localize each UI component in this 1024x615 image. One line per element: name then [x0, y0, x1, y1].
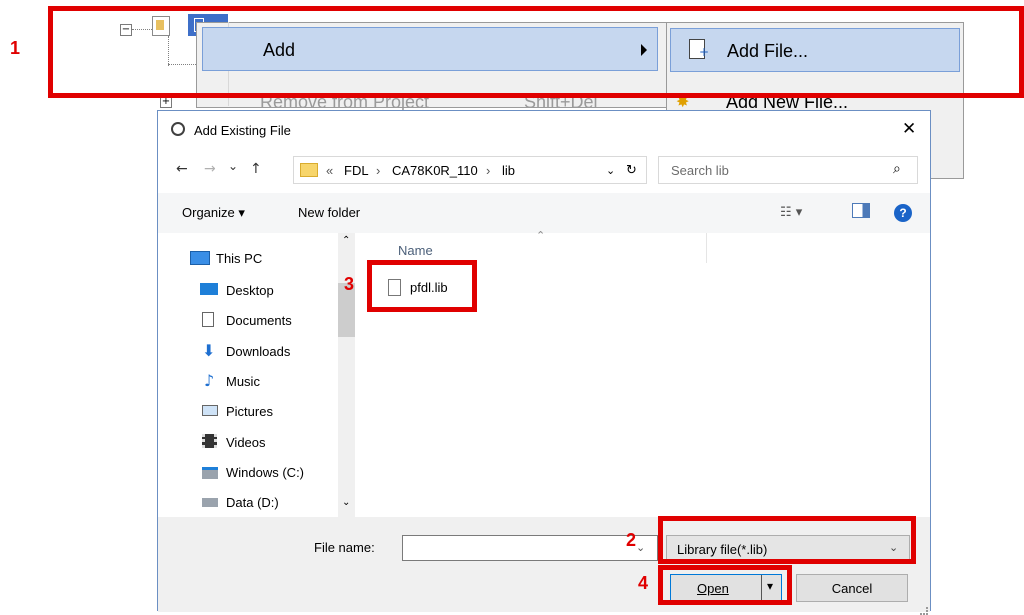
back-arrow-icon[interactable]: ← [176, 161, 188, 177]
annotation-number-1: 1 [10, 38, 21, 58]
annotation-number-4: 4 [638, 573, 649, 593]
dialog-title: Add Existing File [194, 123, 291, 138]
organize-button[interactable]: Organize ▾ [182, 205, 245, 221]
nav-windows-c[interactable]: Windows (C:) [226, 465, 304, 480]
address-dropdown-icon[interactable]: ⌄ [606, 164, 615, 177]
downloads-icon: ⬇ [202, 341, 216, 360]
command-bar: Organize ▾ New folder ☷ ▾ ? [158, 193, 930, 233]
breadcrumb-ca78k0r[interactable]: CA78K0R_110 [392, 163, 478, 178]
annotation-box-4 [658, 565, 792, 605]
desktop-icon [200, 283, 218, 295]
music-icon: ♪ [204, 371, 215, 390]
sort-indicator-icon: ⌃ [536, 229, 546, 242]
windows-drive-icon [202, 467, 218, 479]
file-name-label: File name: [314, 540, 375, 555]
annotation-number-2: 2 [626, 530, 637, 550]
breadcrumb-sep: › [486, 163, 491, 178]
cancel-button-label: Cancel [831, 581, 873, 596]
file-browser: This PC Desktop Documents ⬇ Downloads ♪ … [158, 229, 930, 517]
nav-music[interactable]: Music [226, 374, 260, 389]
nav-desktop[interactable]: Desktop [226, 283, 274, 298]
view-options-icon[interactable]: ☷ ▾ [780, 205, 802, 220]
search-box[interactable]: Search lib ⌕ [658, 156, 918, 184]
breadcrumb-fdl[interactable]: FDL [344, 163, 369, 178]
search-icon: ⌕ [893, 161, 901, 177]
pictures-icon [202, 405, 218, 416]
address-bar[interactable]: « FDL › CA78K0R_110 › lib ⌄ ↻ [293, 156, 647, 184]
annotation-box-3 [367, 260, 477, 312]
column-divider[interactable] [706, 233, 707, 263]
dialog-app-icon [171, 122, 185, 136]
forward-arrow-icon[interactable]: → [204, 161, 216, 177]
cancel-button[interactable]: Cancel [796, 574, 908, 602]
close-icon[interactable]: ✕ [902, 119, 916, 139]
refresh-icon[interactable]: ↻ [626, 163, 637, 178]
annotation-number-3: 3 [344, 274, 355, 294]
videos-icon [202, 434, 217, 448]
this-pc-icon [190, 251, 210, 265]
preview-pane-icon[interactable] [852, 203, 870, 218]
recent-locations-icon[interactable]: ⌄ [228, 159, 238, 173]
annotation-box-1 [48, 6, 1024, 98]
path-overflow[interactable]: « [326, 163, 333, 178]
scroll-up-icon[interactable]: ⌃ [342, 235, 350, 246]
documents-icon [202, 312, 214, 327]
folder-icon [300, 163, 318, 177]
nav-pictures[interactable]: Pictures [226, 404, 273, 419]
file-name-dropdown-icon[interactable]: ⌄ [636, 541, 645, 554]
scroll-down-icon[interactable]: ⌄ [342, 497, 350, 508]
nav-data-d[interactable]: Data (D:) [226, 495, 279, 510]
nav-downloads[interactable]: Downloads [226, 344, 290, 359]
column-header-name[interactable]: Name [398, 243, 433, 258]
search-placeholder: Search lib [671, 163, 729, 178]
breadcrumb-sep: › [376, 163, 381, 178]
help-icon[interactable]: ? [894, 204, 912, 222]
breadcrumb-lib[interactable]: lib [502, 163, 515, 178]
resize-grip-icon[interactable] [920, 607, 928, 615]
file-name-input[interactable] [402, 535, 658, 561]
new-folder-button[interactable]: New folder [298, 205, 360, 220]
dialog-titlebar: Add Existing File ✕ [158, 111, 930, 149]
annotation-box-2 [658, 516, 916, 564]
up-arrow-icon[interactable]: ↑ [250, 161, 262, 177]
data-drive-icon [202, 498, 218, 507]
address-row: ← → ⌄ ↑ « FDL › CA78K0R_110 › lib ⌄ ↻ Se… [158, 149, 930, 193]
nav-documents[interactable]: Documents [226, 313, 292, 328]
nav-videos[interactable]: Videos [226, 435, 266, 450]
navigation-pane: This PC Desktop Documents ⬇ Downloads ♪ … [158, 233, 358, 517]
nav-this-pc[interactable]: This PC [216, 251, 262, 266]
